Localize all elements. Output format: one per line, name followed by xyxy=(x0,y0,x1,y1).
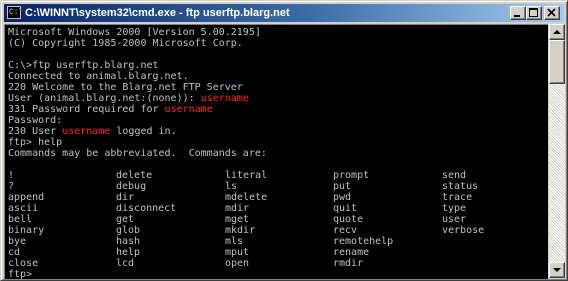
command-item: open xyxy=(225,258,250,269)
console-line: Commands may be abbreviated. Commands ar… xyxy=(8,148,267,159)
command-item: mkdir xyxy=(225,225,256,236)
console-line: Connected to animal.blarg.net. xyxy=(8,71,189,82)
command-item: delete xyxy=(116,170,153,181)
vertical-scrollbar[interactable] xyxy=(549,24,565,278)
command-item: dir xyxy=(116,192,135,203)
command-item: trace xyxy=(442,192,473,203)
command-item: ? xyxy=(8,181,15,192)
command-item: lcd xyxy=(116,258,135,269)
ftp-prompt[interactable]: ftp> xyxy=(8,269,32,279)
command-item: status xyxy=(442,181,479,192)
command-item: mdir xyxy=(225,203,250,214)
minimize-button[interactable] xyxy=(510,6,526,20)
command-item: rmdir xyxy=(333,258,364,269)
command-item: send xyxy=(442,170,467,181)
command-item: binary xyxy=(8,225,45,236)
command-item: ascii xyxy=(8,203,39,214)
console-text: logged in. xyxy=(110,126,177,137)
console-output[interactable]: Microsoft Windows 2000 [Version 5.00.219… xyxy=(4,24,548,279)
console-text: Connected to animal.blarg.net. xyxy=(8,71,189,82)
console-text: (C) Copyright 1985-2000 Microsoft Corp. xyxy=(8,38,243,49)
command-item: cd xyxy=(8,247,21,258)
console-text: C:\>ftp userftp.blarg.net xyxy=(8,60,159,71)
command-item: rename xyxy=(333,247,370,258)
console-line: C:\>ftp userftp.blarg.net xyxy=(8,60,159,71)
command-item: mput xyxy=(225,247,250,258)
command-item: hash xyxy=(116,236,141,247)
command-item: type xyxy=(442,203,467,214)
command-item: recv xyxy=(333,225,358,236)
scroll-down-button[interactable] xyxy=(549,262,565,278)
window-title: C:\WINNT\system32\cmd.exe - ftp userftp.… xyxy=(25,7,290,19)
command-item: mdelete xyxy=(225,192,268,203)
command-item: append xyxy=(8,192,45,203)
console-text: Password: xyxy=(8,115,63,126)
arrow-up-icon xyxy=(553,30,561,34)
maximize-button[interactable] xyxy=(526,6,542,20)
command-item: disconnect xyxy=(116,203,177,214)
command-item: bye xyxy=(8,236,27,247)
console-text: 220 Welcome to the Blarg.net FTP Server xyxy=(8,82,243,93)
console-line: Microsoft Windows 2000 [Version 5.00.219… xyxy=(8,27,261,38)
redacted-username: username xyxy=(62,126,111,137)
console-line: User (animal.blarg.net:(none)): username xyxy=(8,93,249,104)
console-line: 230 User username logged in. xyxy=(8,126,177,137)
command-item: debug xyxy=(116,181,147,192)
console-line: 331 Password required for username xyxy=(8,104,213,115)
command-item: bell xyxy=(8,214,33,225)
command-item: mls xyxy=(225,236,244,247)
console-line: Password: xyxy=(8,115,62,126)
console-line: ftp> help xyxy=(8,137,62,148)
console-text: Microsoft Windows 2000 [Version 5.00.219… xyxy=(8,27,261,38)
command-item: pwd xyxy=(333,192,352,203)
command-item: literal xyxy=(225,170,268,181)
console-text: 331 Password required for xyxy=(8,104,165,115)
console-text: 230 User xyxy=(8,126,63,137)
command-item: verbose xyxy=(442,225,485,236)
console-text: User (animal.blarg.net:(none)): xyxy=(8,93,201,104)
scrollbar-thumb[interactable] xyxy=(549,40,565,84)
command-item: quit xyxy=(333,203,358,214)
title-bar[interactable]: C:\ C:\WINNT\system32\cmd.exe - ftp user… xyxy=(4,4,564,22)
command-item: close xyxy=(8,258,39,269)
maximize-icon xyxy=(529,8,538,17)
command-item: user xyxy=(442,214,467,225)
command-item: get xyxy=(116,214,135,225)
close-button[interactable] xyxy=(544,6,560,20)
console-text: ftp> help xyxy=(8,137,63,148)
console-text: Commands may be abbreviated. Commands ar… xyxy=(8,148,267,159)
console-line: 220 Welcome to the Blarg.net FTP Server xyxy=(8,82,243,93)
command-item: quote xyxy=(333,214,364,225)
command-item: glob xyxy=(116,225,141,236)
command-item: help xyxy=(116,247,141,258)
command-item: ! xyxy=(8,170,15,181)
console-line: (C) Copyright 1985-2000 Microsoft Corp. xyxy=(8,38,243,49)
command-item: prompt xyxy=(333,170,370,181)
cmd-icon[interactable]: C:\ xyxy=(7,6,21,19)
redacted-username: username xyxy=(164,104,213,115)
command-item: put xyxy=(333,181,352,192)
redacted-username: username xyxy=(200,93,249,104)
command-item: remotehelp xyxy=(333,236,394,247)
console-window: C:\ C:\WINNT\system32\cmd.exe - ftp user… xyxy=(0,0,568,281)
command-item: mget xyxy=(225,214,250,225)
minimize-icon xyxy=(514,15,520,17)
scroll-up-button[interactable] xyxy=(549,24,565,40)
arrow-down-icon xyxy=(553,268,561,272)
command-item: ls xyxy=(225,181,238,192)
close-icon xyxy=(547,8,556,17)
